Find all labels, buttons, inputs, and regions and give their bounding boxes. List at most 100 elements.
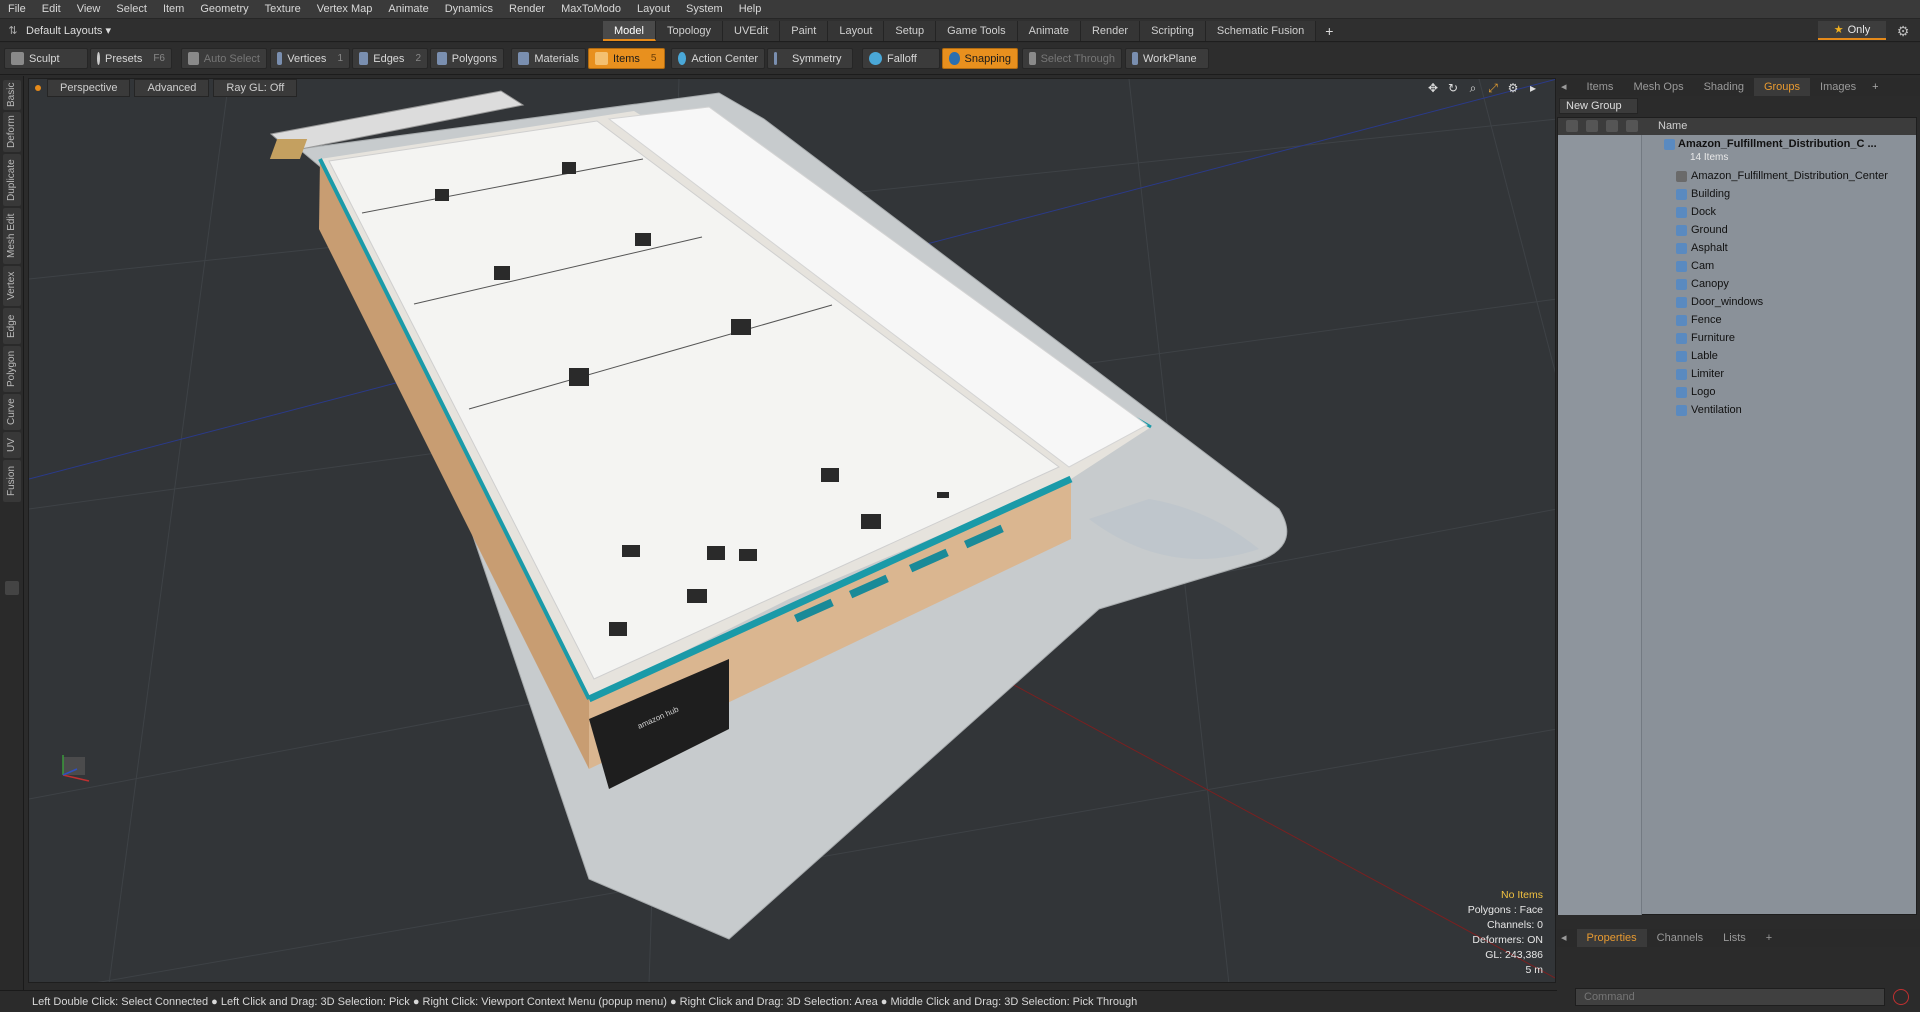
panel-collapse-icon[interactable]: ◂: [1557, 78, 1577, 96]
group-child-row[interactable]: Fence: [1558, 312, 1916, 330]
properties-collapse-icon[interactable]: ◂: [1557, 929, 1577, 947]
perspective-button[interactable]: Perspective: [47, 79, 131, 97]
tab-properties[interactable]: Properties: [1576, 929, 1647, 947]
render-icon[interactable]: [1586, 120, 1598, 132]
menu-layout[interactable]: Layout: [629, 0, 678, 19]
group-child-row[interactable]: Ventilation: [1558, 402, 1916, 420]
tab-scripting[interactable]: Scripting: [1140, 21, 1206, 41]
rotate-icon[interactable]: ↻: [1445, 80, 1461, 96]
group-child-row[interactable]: Building: [1558, 186, 1916, 204]
tab-schematic-fusion[interactable]: Schematic Fusion: [1205, 21, 1317, 41]
left-tab-vertex[interactable]: Vertex: [3, 266, 21, 306]
vertices-button[interactable]: Vertices 1: [270, 48, 350, 69]
menu-edit[interactable]: Edit: [34, 0, 69, 19]
left-tab-curve[interactable]: Curve: [3, 394, 21, 430]
action-center-button[interactable]: Action Center: [671, 48, 765, 69]
raygl-button[interactable]: Ray GL: Off: [213, 79, 298, 97]
tab-channels[interactable]: Channels: [1647, 929, 1713, 947]
tab-mesh-ops[interactable]: Mesh Ops: [1623, 78, 1693, 96]
left-tab-fusion[interactable]: Fusion: [3, 460, 21, 502]
edges-button[interactable]: Edges 2: [352, 48, 428, 69]
tab-images[interactable]: Images: [1810, 78, 1866, 96]
menu-view[interactable]: View: [69, 0, 109, 19]
menu-select[interactable]: Select: [108, 0, 155, 19]
workplane-button[interactable]: WorkPlane: [1125, 48, 1209, 69]
group-child-row[interactable]: Dock: [1558, 204, 1916, 222]
menu-help[interactable]: Help: [731, 0, 770, 19]
group-child-row[interactable]: Door_windows: [1558, 294, 1916, 312]
tab-uvedit[interactable]: UVEdit: [723, 21, 781, 41]
tab-groups[interactable]: Groups: [1753, 78, 1811, 96]
left-tab-edge[interactable]: Edge: [3, 308, 21, 344]
materials-button[interactable]: Materials: [511, 48, 586, 69]
items-button[interactable]: Items 5: [588, 48, 665, 69]
select-icon[interactable]: [1626, 120, 1638, 132]
scene-render[interactable]: amazon hub: [29, 79, 1556, 983]
add-properties-tab-button[interactable]: +: [1756, 929, 1782, 947]
tab-setup[interactable]: Setup: [884, 21, 937, 41]
left-tab-duplicate[interactable]: Duplicate: [3, 154, 21, 206]
left-panel-toggle-icon[interactable]: [5, 581, 19, 595]
select-through-button[interactable]: Select Through: [1022, 48, 1122, 69]
tab-game-tools[interactable]: Game Tools: [936, 21, 1018, 41]
polygons-button[interactable]: Polygons: [430, 48, 504, 69]
only-button[interactable]: ★ Only: [1818, 21, 1886, 40]
tab-paint[interactable]: Paint: [780, 21, 829, 41]
symmetry-button[interactable]: Symmetry: [767, 48, 853, 69]
group-child-row[interactable]: Asphalt: [1558, 240, 1916, 258]
tab-animate[interactable]: Animate: [1017, 21, 1081, 41]
tab-shading[interactable]: Shading: [1694, 78, 1754, 96]
add-tab-button[interactable]: +: [1316, 21, 1342, 41]
group-child-row[interactable]: Canopy: [1558, 276, 1916, 294]
group-child-row[interactable]: Amazon_Fulfillment_Distribution_Center: [1558, 168, 1916, 186]
eye-icon[interactable]: [1566, 120, 1578, 132]
group-child-row[interactable]: Ground: [1558, 222, 1916, 240]
tab-topology[interactable]: Topology: [655, 21, 724, 41]
group-child-row[interactable]: Lable: [1558, 348, 1916, 366]
group-child-row[interactable]: Furniture: [1558, 330, 1916, 348]
viewport-menu-dot-icon[interactable]: [35, 85, 41, 91]
group-child-row[interactable]: Logo: [1558, 384, 1916, 402]
zoom-icon[interactable]: ⌕: [1465, 80, 1481, 96]
menu-texture[interactable]: Texture: [257, 0, 309, 19]
left-tab-polygon[interactable]: Polygon: [3, 346, 21, 392]
maximize-icon[interactable]: ⤢: [1485, 80, 1501, 96]
sculpt-button[interactable]: Sculpt: [4, 48, 88, 69]
presets-button[interactable]: Presets F6: [90, 48, 172, 69]
menu-render[interactable]: Render: [501, 0, 553, 19]
new-group-button[interactable]: New Group: [1559, 98, 1638, 114]
group-child-row[interactable]: Cam: [1558, 258, 1916, 276]
left-tab-basic[interactable]: Basic: [3, 80, 21, 110]
menu-animate[interactable]: Animate: [380, 0, 436, 19]
add-panel-tab-button[interactable]: +: [1866, 81, 1884, 93]
menu-geometry[interactable]: Geometry: [192, 0, 256, 19]
tab-render[interactable]: Render: [1080, 21, 1141, 41]
group-child-row[interactable]: Limiter: [1558, 366, 1916, 384]
left-tab-mesh-edit[interactable]: Mesh Edit: [3, 208, 21, 264]
move-icon[interactable]: ✥: [1425, 80, 1441, 96]
settings-icon[interactable]: ⚙: [1505, 80, 1521, 96]
tab-items[interactable]: Items: [1577, 78, 1624, 96]
lock-icon[interactable]: [1606, 120, 1618, 132]
left-tab-deform[interactable]: Deform: [3, 112, 21, 152]
play-icon[interactable]: ▸: [1525, 80, 1541, 96]
snapping-button[interactable]: Snapping: [942, 48, 1018, 69]
3d-viewport[interactable]: Perspective Advanced Ray GL: Off ✥ ↻ ⌕ ⤢…: [28, 78, 1556, 983]
tab-layout[interactable]: Layout: [828, 21, 885, 41]
menu-maxtomodo[interactable]: MaxToModo: [553, 0, 629, 19]
gear-icon[interactable]: ⚙: [1894, 22, 1912, 40]
stop-icon[interactable]: [1893, 989, 1909, 1005]
tab-model[interactable]: Model: [603, 21, 656, 41]
menu-item[interactable]: Item: [155, 0, 192, 19]
menu-dynamics[interactable]: Dynamics: [437, 0, 501, 19]
menu-vertex-map[interactable]: Vertex Map: [309, 0, 381, 19]
menu-system[interactable]: System: [678, 0, 731, 19]
layouts-dropdown[interactable]: ⇅ Default Layouts ▾: [6, 22, 111, 39]
tab-lists[interactable]: Lists: [1713, 929, 1756, 947]
falloff-button[interactable]: Falloff: [862, 48, 940, 69]
auto-select-button[interactable]: Auto Select: [181, 48, 267, 69]
command-input[interactable]: [1575, 988, 1885, 1006]
left-tab-uv[interactable]: UV: [3, 432, 21, 458]
advanced-button[interactable]: Advanced: [134, 79, 210, 97]
menu-file[interactable]: File: [0, 0, 34, 19]
